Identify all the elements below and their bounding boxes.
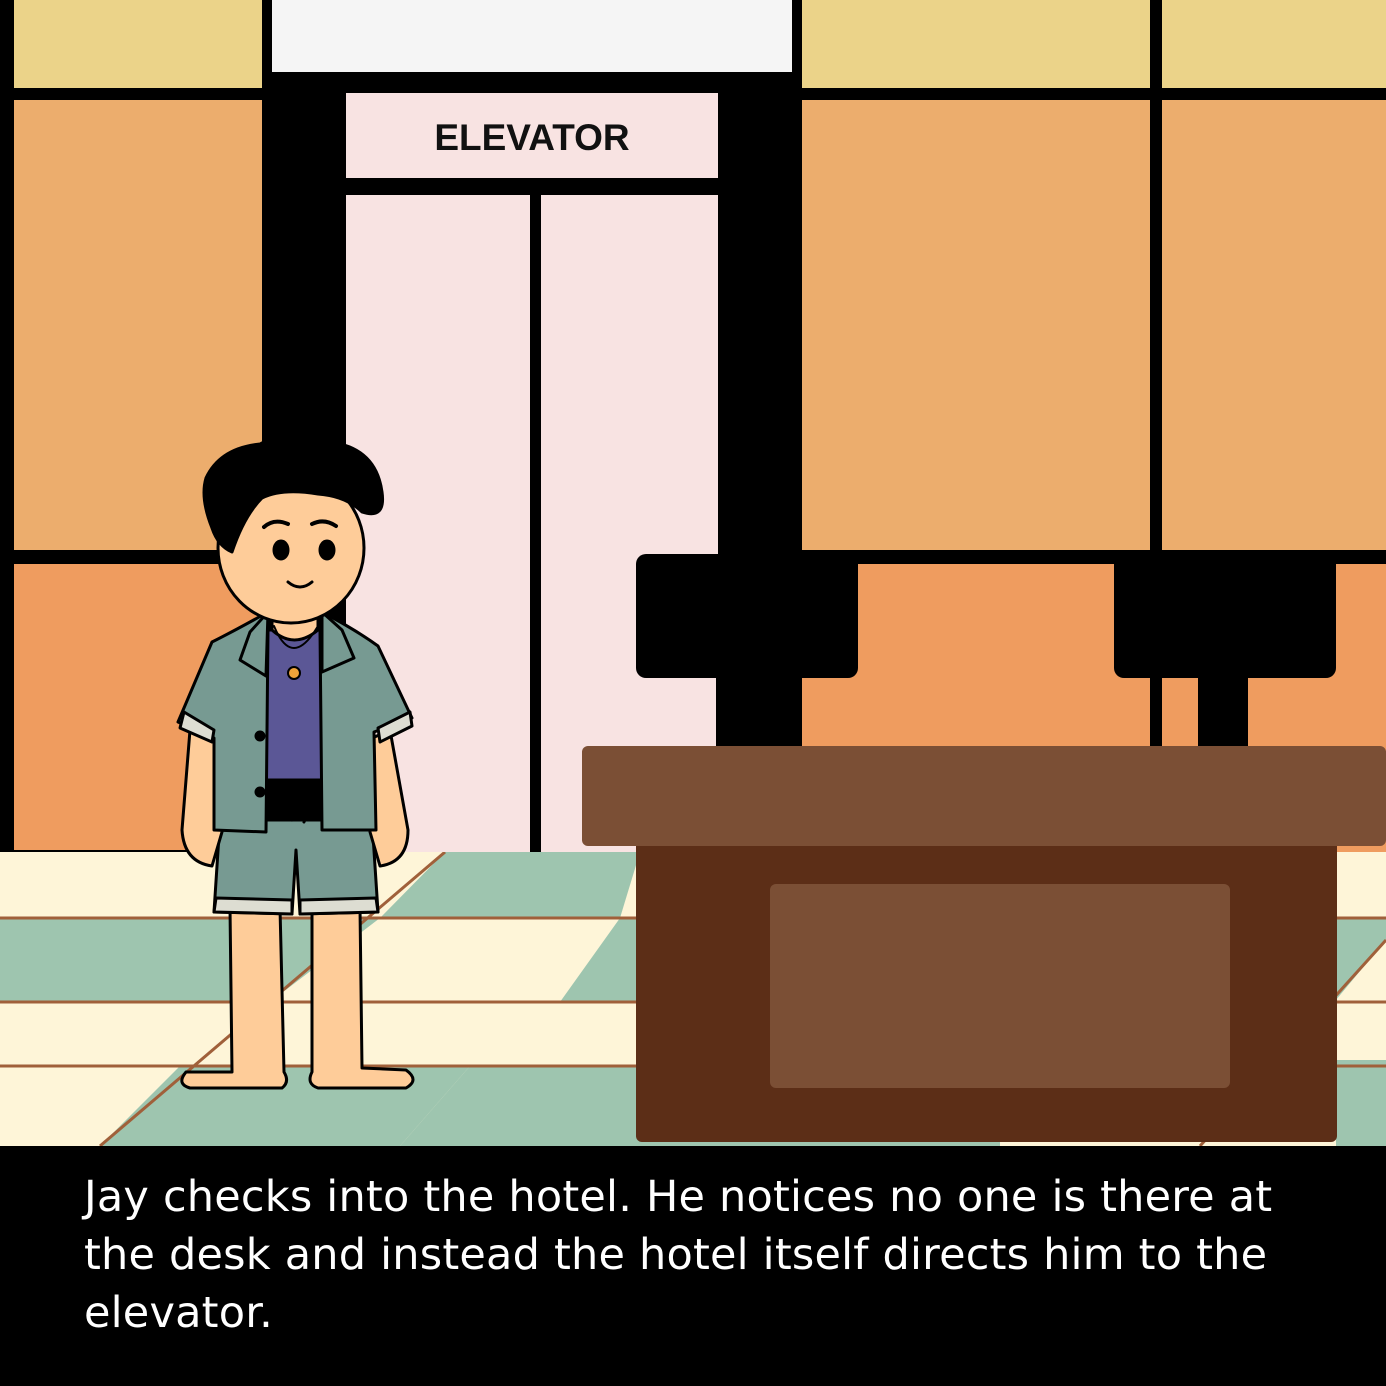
- elevator-sign: ELEVATOR: [434, 117, 629, 158]
- caption-text: Jay checks into the hotel. He notices no…: [84, 1172, 1273, 1338]
- reception-desk[interactable]: [582, 746, 1386, 1142]
